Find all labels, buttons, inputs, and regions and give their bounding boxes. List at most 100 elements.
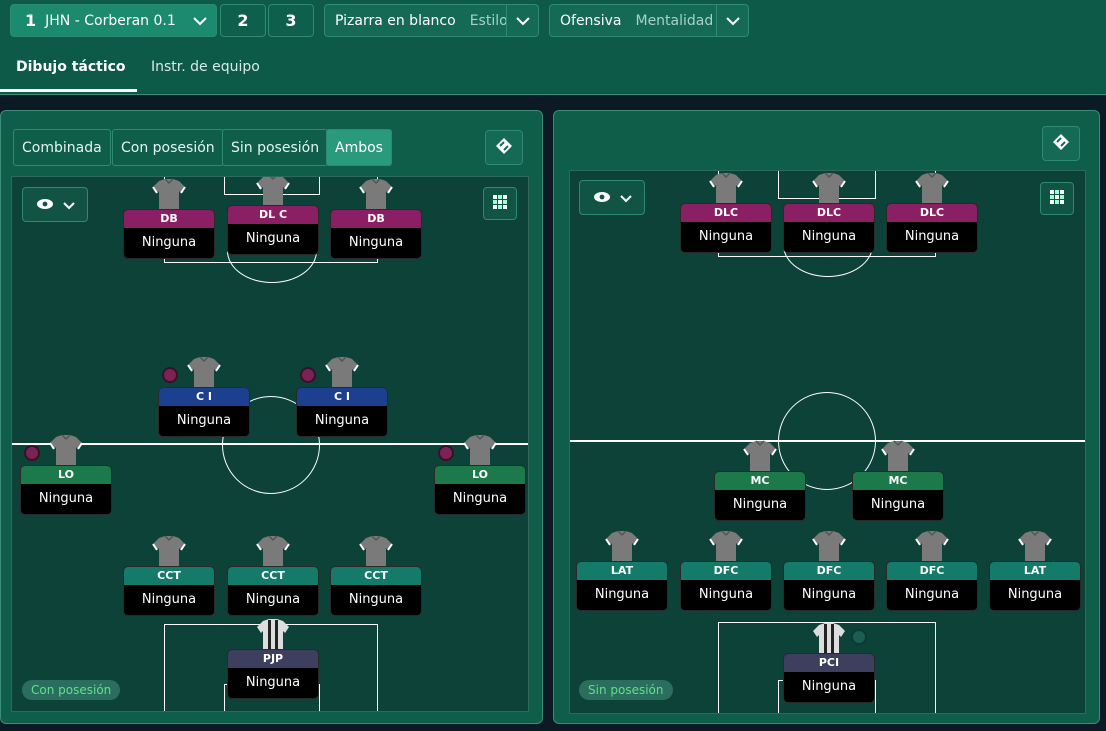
player-slot[interactable]: MC Ninguna bbox=[714, 439, 806, 521]
eye-icon bbox=[593, 188, 611, 207]
player-slot[interactable]: CCT Ninguna bbox=[330, 534, 422, 616]
player-slot[interactable]: DB Ninguna bbox=[330, 177, 422, 259]
mentality-label: Mentalidad bbox=[635, 12, 714, 29]
player-slot[interactable]: DFC Ninguna bbox=[886, 529, 978, 611]
player-role: DB bbox=[124, 210, 214, 228]
chevron-down-icon bbox=[62, 195, 75, 214]
shirt-icon bbox=[255, 617, 291, 651]
player-card[interactable]: PJP Ninguna bbox=[227, 649, 319, 699]
player-card[interactable]: DLC Ninguna bbox=[886, 203, 978, 253]
style-dropdown[interactable]: Pizarra en blanco Estilo bbox=[324, 4, 539, 37]
instruction-badge-icon[interactable] bbox=[300, 367, 316, 383]
player-duty: Ninguna bbox=[176, 413, 232, 428]
player-card[interactable]: LO Ninguna bbox=[20, 465, 112, 515]
player-card[interactable]: DFC Ninguna bbox=[886, 561, 978, 611]
filter-in-possession-button[interactable]: Con posesión bbox=[112, 129, 224, 166]
player-slot[interactable]: LO Ninguna bbox=[20, 433, 112, 515]
player-slot[interactable]: MC Ninguna bbox=[852, 439, 944, 521]
player-slot[interactable]: LO Ninguna bbox=[434, 433, 526, 515]
player-card[interactable]: DB Ninguna bbox=[330, 209, 422, 259]
player-slot[interactable]: DL C Ninguna bbox=[227, 177, 319, 255]
tactic-selector[interactable]: 1 JHN - Corberan 0.1 bbox=[10, 4, 217, 37]
tactic-slot-2-button[interactable]: 2 bbox=[220, 4, 266, 37]
player-slot[interactable]: C I Ninguna bbox=[158, 355, 250, 437]
mentality-dropdown[interactable]: Ofensiva Mentalidad bbox=[549, 4, 749, 37]
player-card[interactable]: C I Ninguna bbox=[296, 387, 388, 437]
instruction-badge-icon[interactable] bbox=[24, 445, 40, 461]
player-role: DB bbox=[331, 210, 421, 228]
player-card[interactable]: LAT Ninguna bbox=[576, 561, 668, 611]
pitch-swap-button[interactable] bbox=[485, 130, 523, 165]
player-card[interactable]: DFC Ninguna bbox=[783, 561, 875, 611]
tab-formation[interactable]: Dibujo táctico bbox=[16, 59, 126, 75]
tactic-number: 1 bbox=[25, 11, 37, 30]
player-slot[interactable]: DFC Ninguna bbox=[680, 529, 772, 611]
player-card[interactable]: MC Ninguna bbox=[714, 471, 806, 521]
player-slot[interactable]: LAT Ninguna bbox=[576, 529, 668, 611]
sub-tabs-bar: Dibujo táctico Instr. de equipo bbox=[0, 40, 1106, 95]
player-role: MC bbox=[853, 472, 943, 490]
chevron-down-icon[interactable] bbox=[184, 5, 216, 36]
player-duty: Ninguna bbox=[698, 229, 754, 244]
player-card[interactable]: PCI Ninguna bbox=[783, 653, 875, 703]
chevron-down-icon[interactable] bbox=[506, 5, 538, 36]
pitch-swap-icon bbox=[495, 137, 513, 159]
player-slot[interactable]: DB Ninguna bbox=[123, 177, 215, 259]
player-card[interactable]: CCT Ninguna bbox=[330, 566, 422, 616]
player-duty: Ninguna bbox=[245, 231, 301, 246]
player-duty: Ninguna bbox=[245, 675, 301, 690]
player-card[interactable]: DL C Ninguna bbox=[227, 205, 319, 255]
player-slot[interactable]: C I Ninguna bbox=[296, 355, 388, 437]
shirt-icon bbox=[48, 433, 84, 467]
filter-out-of-possession-button[interactable]: Sin posesión bbox=[222, 129, 329, 166]
shirt-icon bbox=[811, 621, 847, 655]
player-role: CCT bbox=[228, 567, 318, 585]
player-card[interactable]: LO Ninguna bbox=[434, 465, 526, 515]
player-slot[interactable]: DLC Ninguna bbox=[886, 171, 978, 253]
shirt-icon bbox=[708, 529, 744, 563]
player-card[interactable]: C I Ninguna bbox=[158, 387, 250, 437]
player-slot[interactable]: PJP Ninguna bbox=[227, 617, 319, 699]
shirt-icon bbox=[186, 355, 222, 389]
shirt-icon bbox=[914, 529, 950, 563]
player-duty: Ninguna bbox=[594, 587, 650, 602]
player-role: LO bbox=[21, 466, 111, 484]
player-card[interactable]: DLC Ninguna bbox=[680, 203, 772, 253]
filter-both-button[interactable]: Ambos bbox=[326, 129, 392, 166]
view-options-button[interactable] bbox=[22, 187, 88, 222]
instruction-badge-icon[interactable] bbox=[438, 445, 454, 461]
grid-toggle-button[interactable] bbox=[483, 187, 517, 220]
player-slot[interactable]: CCT Ninguna bbox=[123, 534, 215, 616]
player-card[interactable]: DB Ninguna bbox=[123, 209, 215, 259]
player-card[interactable]: LAT Ninguna bbox=[989, 561, 1081, 611]
chevron-down-icon[interactable] bbox=[716, 5, 748, 36]
view-options-button[interactable] bbox=[579, 180, 645, 215]
player-slot[interactable]: DLC Ninguna bbox=[783, 171, 875, 253]
player-slot[interactable]: DLC Ninguna bbox=[680, 171, 772, 253]
tactic-name: JHN - Corberan 0.1 bbox=[45, 12, 176, 29]
player-slot[interactable]: CCT Ninguna bbox=[227, 534, 319, 616]
phase-label: Sin posesión bbox=[579, 680, 673, 700]
player-duty: Ninguna bbox=[801, 679, 857, 694]
player-card[interactable]: CCT Ninguna bbox=[123, 566, 215, 616]
grid-toggle-button[interactable] bbox=[1040, 182, 1074, 215]
instruction-badge-icon[interactable] bbox=[851, 629, 867, 645]
style-value: Pizarra en blanco bbox=[335, 12, 456, 29]
player-card[interactable]: MC Ninguna bbox=[852, 471, 944, 521]
instruction-badge-icon[interactable] bbox=[162, 367, 178, 383]
tactic-slot-3-button[interactable]: 3 bbox=[268, 4, 314, 37]
shirt-icon bbox=[1017, 529, 1053, 563]
player-slot[interactable]: DFC Ninguna bbox=[783, 529, 875, 611]
player-card[interactable]: CCT Ninguna bbox=[227, 566, 319, 616]
player-card[interactable]: DLC Ninguna bbox=[783, 203, 875, 253]
filter-combined-button[interactable]: Combinada bbox=[13, 129, 111, 166]
player-card[interactable]: DFC Ninguna bbox=[680, 561, 772, 611]
player-slot[interactable]: LAT Ninguna bbox=[989, 529, 1081, 611]
pitch-swap-button[interactable] bbox=[1042, 126, 1080, 161]
grid-icon bbox=[493, 194, 507, 213]
tab-team-instructions[interactable]: Instr. de equipo bbox=[151, 59, 260, 75]
player-slot[interactable]: PCI Ninguna bbox=[783, 621, 875, 703]
shirt-icon bbox=[255, 177, 291, 207]
player-duty: Ninguna bbox=[732, 497, 788, 512]
mentality-value: Ofensiva bbox=[560, 12, 622, 29]
